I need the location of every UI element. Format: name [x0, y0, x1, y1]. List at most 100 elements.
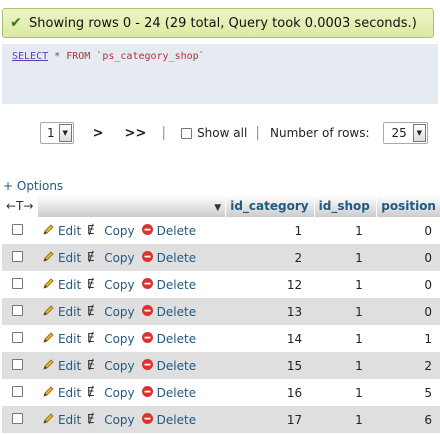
cell-position[interactable]: 5: [376, 379, 440, 406]
row-checkbox[interactable]: [12, 412, 23, 424]
copy-button[interactable]: Ɇ Copy: [87, 223, 134, 239]
cell-position[interactable]: 1: [376, 325, 440, 352]
delete-button[interactable]: Delete: [141, 412, 196, 428]
cell-id-shop[interactable]: 1: [314, 406, 377, 433]
cell-position[interactable]: 0: [376, 217, 440, 244]
cell-id-category[interactable]: 1: [225, 217, 315, 244]
edit-label: Edit: [57, 358, 82, 373]
column-header-id-shop[interactable]: id_shop: [314, 195, 378, 217]
row-select-cell: [2, 217, 38, 244]
copy-label: Copy: [104, 223, 135, 238]
copy-label: Copy: [104, 412, 135, 427]
copy-button[interactable]: Ɇ Copy: [87, 277, 134, 293]
delete-icon: [141, 277, 157, 293]
delete-button[interactable]: Delete: [141, 385, 196, 401]
cell-id-shop[interactable]: 1: [314, 217, 377, 244]
copy-button[interactable]: Ɇ Copy: [87, 385, 134, 401]
row-checkbox[interactable]: [12, 250, 23, 262]
cell-id-category[interactable]: 17: [225, 406, 315, 433]
row-checkbox[interactable]: [12, 358, 23, 370]
copy-button[interactable]: Ɇ Copy: [87, 412, 134, 428]
edit-button[interactable]: Edit: [42, 277, 81, 293]
row-select-cell: [2, 352, 38, 379]
cell-position[interactable]: 0: [376, 298, 440, 325]
cell-position[interactable]: 2: [376, 352, 440, 379]
cell-id-shop[interactable]: 1: [314, 352, 377, 379]
last-page-button[interactable]: >>: [125, 126, 147, 141]
row-checkbox[interactable]: [12, 223, 23, 235]
cell-id-shop[interactable]: 1: [314, 298, 377, 325]
row-checkbox[interactable]: [12, 277, 23, 289]
options-link[interactable]: + Options: [3, 179, 63, 193]
rows-label: Number of rows:: [270, 126, 370, 140]
cell-id-shop[interactable]: 1: [314, 379, 377, 406]
rows-select[interactable]: 25 ▼: [382, 122, 428, 144]
edit-button[interactable]: Edit: [42, 331, 81, 347]
row-select-cell: [2, 271, 38, 298]
sql-keyword[interactable]: SELECT: [12, 51, 48, 62]
delete-button[interactable]: Delete: [141, 250, 196, 266]
svg-text:Ɇ: Ɇ: [87, 223, 95, 236]
sql-rest: FROM `ps_category_shop`: [66, 51, 205, 62]
cell-id-category[interactable]: 2: [225, 244, 315, 271]
delete-button[interactable]: Delete: [141, 358, 196, 374]
row-checkbox[interactable]: [12, 385, 23, 397]
next-page-button[interactable]: >: [93, 126, 104, 141]
svg-text:Ɇ: Ɇ: [87, 277, 95, 290]
copy-icon: Ɇ: [87, 358, 104, 374]
edit-button[interactable]: Edit: [42, 250, 81, 266]
cell-id-shop[interactable]: 1: [314, 271, 377, 298]
table-row: Edit Ɇ Copy Delete 15 1 2: [2, 352, 440, 379]
edit-label: Edit: [57, 385, 82, 400]
svg-text:Ɇ: Ɇ: [87, 385, 95, 398]
svg-text:Ɇ: Ɇ: [87, 250, 95, 263]
copy-label: Copy: [104, 358, 135, 373]
pencil-icon: [42, 250, 58, 266]
edit-button[interactable]: Edit: [42, 223, 81, 239]
pencil-icon: [42, 304, 58, 320]
edit-button[interactable]: Edit: [42, 358, 81, 374]
cell-position[interactable]: 6: [376, 406, 440, 433]
resize-handle[interactable]: ←T→: [2, 195, 39, 217]
delete-button[interactable]: Delete: [141, 331, 196, 347]
copy-icon: Ɇ: [87, 331, 104, 347]
delete-label: Delete: [156, 304, 197, 319]
cell-id-shop[interactable]: 1: [314, 244, 377, 271]
svg-text:Ɇ: Ɇ: [87, 412, 95, 425]
sort-header[interactable]: ▼: [37, 195, 227, 217]
copy-label: Copy: [104, 385, 135, 400]
delete-button[interactable]: Delete: [141, 277, 196, 293]
copy-button[interactable]: Ɇ Copy: [87, 250, 134, 266]
edit-button[interactable]: Edit: [42, 385, 81, 401]
pencil-icon: [42, 223, 58, 239]
column-header-id-category[interactable]: id_category: [225, 195, 315, 217]
cell-id-category[interactable]: 16: [225, 379, 315, 406]
show-all-checkbox[interactable]: [181, 127, 193, 139]
cell-id-category[interactable]: 12: [225, 271, 315, 298]
copy-button[interactable]: Ɇ Copy: [87, 358, 134, 374]
row-checkbox[interactable]: [12, 304, 23, 316]
delete-button[interactable]: Delete: [141, 223, 196, 239]
pencil-icon: [42, 358, 58, 374]
copy-button[interactable]: Ɇ Copy: [87, 331, 134, 347]
edit-label: Edit: [57, 277, 82, 292]
cell-id-category[interactable]: 14: [225, 325, 315, 352]
delete-icon: [141, 385, 157, 401]
delete-label: Delete: [156, 277, 197, 292]
cell-id-category[interactable]: 13: [225, 298, 315, 325]
row-actions-cell: Edit Ɇ Copy Delete: [37, 325, 226, 352]
copy-button[interactable]: Ɇ Copy: [87, 304, 134, 320]
column-header-position[interactable]: position: [376, 195, 440, 217]
cell-position[interactable]: 0: [376, 244, 440, 271]
cell-id-shop[interactable]: 1: [314, 325, 377, 352]
row-checkbox[interactable]: [12, 331, 23, 343]
page-select[interactable]: 1 ▼: [40, 122, 74, 144]
nav-separator: |: [161, 125, 167, 141]
delete-button[interactable]: Delete: [141, 304, 196, 320]
show-all-label[interactable]: Show all: [197, 126, 247, 140]
edit-button[interactable]: Edit: [42, 304, 81, 320]
table-header-row: ←T→ ▼ id_category id_shop position: [2, 195, 440, 217]
edit-button[interactable]: Edit: [42, 412, 81, 428]
cell-position[interactable]: 0: [376, 271, 440, 298]
cell-id-category[interactable]: 15: [225, 352, 315, 379]
